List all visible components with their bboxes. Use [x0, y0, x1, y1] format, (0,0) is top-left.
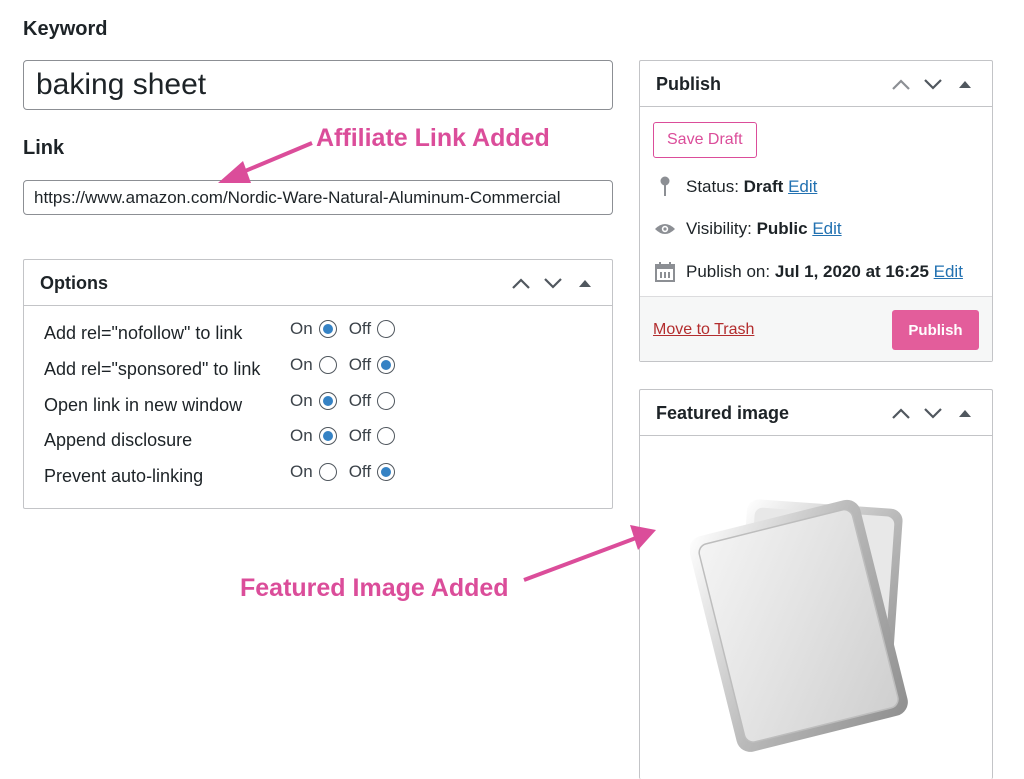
keyword-input[interactable]: baking sheet	[23, 60, 613, 110]
on-label: On	[290, 462, 313, 481]
link-input[interactable]: https://www.amazon.com/Nordic-Ware-Natur…	[23, 180, 613, 215]
on-radio[interactable]	[318, 392, 337, 410]
visibility-label: Visibility:	[686, 219, 752, 238]
on-radio[interactable]	[318, 356, 337, 374]
off-radio[interactable]	[377, 356, 396, 374]
off-label: Off	[348, 391, 372, 410]
move-down-icon[interactable]	[922, 75, 944, 93]
move-down-icon[interactable]	[542, 274, 564, 292]
affiliate-arrow	[237, 141, 313, 176]
status-row: Status: Draft Edit	[654, 176, 817, 198]
move-up-icon[interactable]	[890, 404, 912, 422]
eye-icon	[654, 222, 676, 236]
on-label: On	[290, 319, 313, 338]
move-to-trash-link[interactable]: Move to Trash	[653, 321, 754, 339]
off-radio[interactable]	[377, 463, 396, 481]
move-up-icon[interactable]	[890, 75, 912, 93]
move-down-icon[interactable]	[922, 404, 944, 422]
featured-image-panel-header: Featured image	[640, 390, 992, 436]
off-radio[interactable]	[377, 427, 396, 445]
on-label: On	[290, 391, 313, 410]
featured-image-thumbnail[interactable]	[689, 482, 950, 752]
option-label: Add rel="nofollow" to link	[44, 323, 243, 343]
option-radios-disclosure: On Off	[290, 426, 401, 446]
option-row-auto-linking: Prevent auto-linking	[44, 466, 203, 492]
off-label: Off	[348, 355, 372, 374]
off-label: Off	[348, 462, 372, 481]
publish-title: Publish	[656, 74, 722, 94]
link-label: Link	[23, 137, 65, 159]
option-label: Open link in new window	[44, 395, 243, 415]
status-value: Draft	[743, 177, 784, 196]
on-label: On	[290, 355, 313, 374]
option-radios-sponsored: On Off	[290, 355, 401, 375]
edit-publish-date-link[interactable]: Edit	[934, 262, 963, 281]
visibility-value: Public	[756, 219, 808, 238]
off-label: Off	[348, 319, 372, 338]
off-label: Off	[348, 426, 372, 445]
collapse-toggle-icon[interactable]	[574, 274, 596, 292]
publish-on-label: Publish on:	[686, 262, 771, 281]
publish-panel: Publish Save Draft Status: Draft Edit Vi…	[639, 60, 993, 362]
option-label: Append disclosure	[44, 430, 193, 450]
edit-visibility-link[interactable]: Edit	[812, 219, 841, 238]
featured-arrow	[523, 536, 637, 582]
keyword-label: Keyword	[23, 18, 108, 40]
options-panel: Options Add rel="nofollow" to link On Of…	[23, 259, 613, 509]
pin-icon	[654, 176, 676, 198]
featured-image-title: Featured image	[656, 403, 790, 423]
on-label: On	[290, 426, 313, 445]
publish-button[interactable]: Publish	[892, 310, 979, 350]
status-label: Status:	[686, 177, 739, 196]
publish-on-row: Publish on: Jul 1, 2020 at 16:25 Edit	[654, 262, 963, 282]
option-row-nofollow: Add rel="nofollow" to link	[44, 323, 242, 349]
option-label: Add rel="sponsored" to link	[44, 359, 261, 379]
option-row-sponsored: Add rel="sponsored" to link	[44, 359, 260, 385]
option-radios-auto-linking: On Off	[290, 462, 401, 482]
on-radio[interactable]	[318, 463, 337, 481]
options-title: Options	[40, 273, 108, 293]
visibility-row: Visibility: Public Edit	[654, 219, 842, 239]
off-radio[interactable]	[377, 320, 396, 338]
option-row-new-window: Open link in new window	[44, 395, 242, 421]
option-radios-new-window: On Off	[290, 391, 401, 411]
publish-panel-header: Publish	[640, 61, 992, 107]
option-radios-nofollow: On Off	[290, 319, 401, 339]
on-radio[interactable]	[318, 427, 337, 445]
option-row-disclosure: Append disclosure	[44, 430, 192, 456]
affiliate-link-annotation: Affiliate Link Added	[316, 124, 550, 152]
calendar-icon	[654, 262, 676, 282]
collapse-toggle-icon[interactable]	[954, 75, 976, 93]
off-radio[interactable]	[377, 392, 396, 410]
option-label: Prevent auto-linking	[44, 466, 204, 486]
options-panel-header: Options	[24, 260, 612, 306]
edit-status-link[interactable]: Edit	[788, 177, 817, 196]
save-draft-button[interactable]: Save Draft	[653, 122, 757, 158]
featured-image-panel: Featured image	[639, 389, 993, 779]
collapse-toggle-icon[interactable]	[954, 404, 976, 422]
featured-image-annotation: Featured Image Added	[240, 574, 509, 602]
publish-on-value: Jul 1, 2020 at 16:25	[774, 262, 929, 281]
publish-actions: Move to Trash Publish	[640, 296, 992, 361]
on-radio[interactable]	[318, 320, 337, 338]
move-up-icon[interactable]	[510, 274, 532, 292]
